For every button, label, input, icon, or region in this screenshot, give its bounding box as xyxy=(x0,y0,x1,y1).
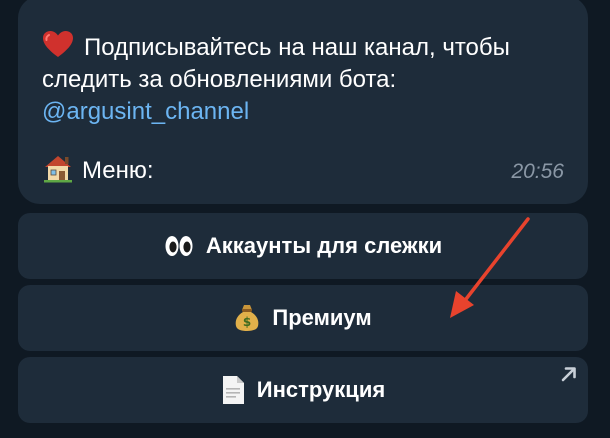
premium-label: Премиум xyxy=(272,305,372,330)
subscribe-line-2: следить за обновлениями бота: xyxy=(42,66,397,93)
heart-icon xyxy=(43,31,73,57)
message-bubble: Подписывайтесь на наш канал, чтобы следи… xyxy=(18,0,588,204)
money-bag-icon: $ xyxy=(236,305,259,331)
menu-label: Меню: xyxy=(82,157,154,184)
instructions-label: Инструкция xyxy=(256,377,386,402)
instructions-button[interactable]: Инструкция xyxy=(18,357,588,423)
channel-link[interactable]: @argusint_channel xyxy=(42,96,564,128)
external-link-icon xyxy=(561,367,576,382)
premium-button[interactable]: $ Премиум xyxy=(18,285,588,351)
subscribe-text-line1: Подписывайтесь на наш канал, чтобы xyxy=(84,34,510,61)
svg-text:$: $ xyxy=(243,315,251,329)
subscribe-line-1: Подписывайтесь на наш канал, чтобы xyxy=(42,30,564,64)
menu-line: Меню: xyxy=(42,153,154,187)
document-icon xyxy=(222,376,244,404)
accounts-tracking-button[interactable]: Аккаунты для слежки xyxy=(18,213,588,279)
house-icon xyxy=(44,156,72,183)
accounts-tracking-label: Аккаунты для слежки xyxy=(205,233,443,258)
eyes-icon xyxy=(165,236,193,256)
message-timestamp: 20:56 xyxy=(511,160,564,183)
